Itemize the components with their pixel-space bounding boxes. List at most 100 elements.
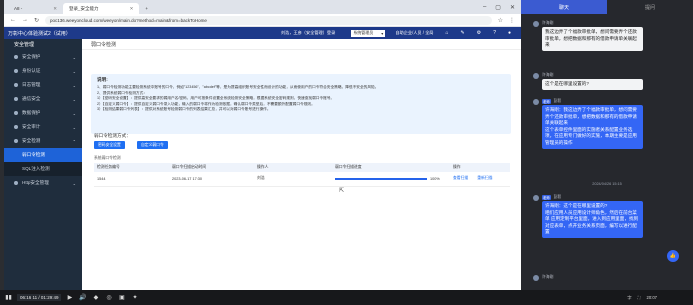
table-header-row: 检测任务编号 弱口令扫描启动时间 操作人 弱口令扫描进度 操作 [94,163,510,172]
message-text: 我这边弄了个福款审批单，想问需要弄个还款审批单，想把数据和那有的借款申请单关联起… [542,27,643,51]
chat-timestamp: 2024/04/26 15:15 [592,182,622,186]
sidebar-item-label: 日志管理 [22,82,41,87]
app-icon[interactable]: ▣ [117,294,126,301]
message-text: 这个是在哪里设置的? [542,79,643,90]
col-header: 操作 [450,163,510,172]
fullscreen-icon[interactable]: ⛶ [638,295,641,300]
app-icon[interactable]: ◆ [91,294,100,301]
sidebar-item-sql-injection[interactable]: SQL注入检测 [4,162,82,176]
col-header: 弱口令扫描启动时间 [169,163,254,172]
sidebar-item-label: 身份认证 [22,68,41,73]
chevron-up-icon: ⌃ [72,138,76,144]
notice-title: 说明: [97,77,108,82]
tab-question[interactable]: 提问 [607,0,693,14]
sidebar-item-label: 弱口令检测 [22,152,45,157]
assistant-text[interactable]: 自助企业/人员 / 全局 [395,30,433,36]
globe-icon [14,181,18,185]
browser-tab-active[interactable]: 登录_安全能力 ✕ [63,3,140,14]
chat-tabs: 聊天 提问 [521,0,693,14]
sidebar-item-identity-auth[interactable]: 身份认证 ⌄ [4,64,82,78]
sidebar-item-communication-security[interactable]: 通信安全 ⌄ [4,92,82,106]
scan-time: 2023-06-17 17:30 [169,172,254,187]
forward-icon[interactable]: → [22,17,28,23]
sidebar-item-security-audit[interactable]: 安全审计 ⌄ [4,120,82,134]
maximize-icon[interactable]: ▢ [495,4,501,11]
teacher-badge: 老师 [542,99,551,104]
address-bar: ← → ↻ poc136.weeyoncloud.com/weeyon/main… [4,14,521,27]
view-scan-link[interactable]: 查看扫描 [453,176,468,180]
browser-tab[interactable]: A8 - ✕ [8,3,63,14]
message-text: 许海刚：这个是在哪里设置的? 咱们应用人员应用设计师角色，然后在前台菜单 应用定… [542,201,643,238]
avatar [533,194,539,201]
chat-message: 许海刚 这个是在哪里设置的? [533,72,643,90]
sender-name: 彭毅 [553,195,562,199]
chevron-down-icon: ⌄ [72,68,76,74]
close-icon[interactable]: ✕ [130,6,134,12]
sidebar-item-http-security[interactable]: Http安全管理 ⌄ [4,176,82,190]
like-button[interactable]: 👍 [667,250,679,262]
sidebar-item-log-management[interactable]: 日志管理 ⌄ [4,78,82,92]
custom-weak-password-button[interactable]: 自定义弱口令 [137,141,168,149]
log-icon [14,83,18,87]
gear-icon[interactable]: ⚙ [477,30,481,36]
volume-icon[interactable]: 🔊 [78,294,87,301]
system-select[interactable]: 系统管理员 ▾ [351,29,386,37]
avatar[interactable]: ● [508,30,511,36]
actions-cell: 查看扫描 重新扫描 [450,172,510,187]
close-icon[interactable]: ✕ [53,6,57,12]
sidebar: 安全管理 安全保护 ⌄ 身份认证 ⌄ 日志管理 ⌄ 通信安全 ⌄ 数据保护 ⌄ 安全审计 ⌄… [4,39,82,290]
new-tab-button[interactable]: + [139,3,154,14]
chevron-down-icon: ⌄ [72,180,76,186]
mouse-cursor-icon: ⇱ [339,188,345,194]
close-window-icon[interactable]: ✕ [510,4,515,11]
avatar [533,72,539,79]
user-icon [14,69,18,73]
sidebar-item-data-protection[interactable]: 数据保护 ⌄ [4,106,82,120]
table-row: 1544 2023-06-17 17:30 刘浩 100% 查看扫描 重新扫描 [94,172,510,187]
sidebar-item-label: SQL注入检测 [22,166,50,171]
sender-name: 许海刚 [542,73,554,77]
start-icon[interactable]: ▮▮ [4,294,13,301]
notice-box: 说明: 1、弱口令检测功能主要检测系统中账号的口令，例如"123456"、"ab… [91,74,511,134]
caption-icon[interactable]: 字 [627,295,631,301]
page-title: 弱口令检测 [82,39,521,50]
chat-message: 许海刚 我这边弄了个福款审批单，想问需要弄个还款审批单，想把数据和那有的借款申请… [533,20,643,51]
sender-name: 彭毅 [553,99,562,103]
help-icon[interactable]: ? [493,30,496,36]
shield-icon [14,55,18,59]
scan-icon [14,139,18,143]
app-icon[interactable]: ✦ [130,294,139,301]
progress-cell: 100% [332,172,450,187]
tab-label: 登录_安全能力 [69,5,99,11]
sidebar-item-security-detection[interactable]: 安全检测 ⌃ [4,134,82,148]
rescan-link[interactable]: 重新扫描 [477,176,492,180]
sidebar-item-weak-password[interactable]: 弱口令检测 [4,148,82,162]
tab-chat[interactable]: 聊天 [521,0,607,14]
chat-panel: 聊天 提问 许海刚 我这边弄了个福款审批单，想问需要弄个还款审批单，想把数据和那… [521,0,693,290]
chat-message: 许海刚 [533,274,643,281]
chat-message: 老师 彭毅 许海刚：这个是在哪里设置的? 咱们应用人员应用设计师角色，然后在前台菜… [533,194,643,238]
password-setting-button[interactable]: 密码安全设置 [94,141,125,149]
back-icon[interactable]: ← [10,17,16,23]
menu-icon[interactable]: ⋮ [509,17,515,24]
operator: 刘浩 [254,172,332,187]
tab-label: A8 - [14,6,23,11]
progress-label: 100% [430,176,440,181]
sender-name: 许海刚 [542,21,554,25]
star-icon[interactable]: ☆ [498,17,503,24]
home-icon[interactable]: ⌂ [445,30,448,36]
sidebar-item-security-protection[interactable]: 安全保护 ⌄ [4,50,82,64]
progress-bar [335,177,427,180]
pin-icon[interactable]: ✎ [461,30,465,36]
chevron-down-icon: ⌄ [72,96,76,102]
notice-line: 3）【检测结果弱口令列表】：提供对系统账号检测弱口令的列表结果汇总，并可以对弱口… [97,107,271,112]
url-field[interactable]: poc136.weeyoncloud.com/weeyon/main.do?me… [45,15,492,25]
sidebar-item-label: 安全检测 [22,138,41,143]
app-icon[interactable]: ◎ [104,294,113,301]
window-controls: – ▢ ✕ [483,4,521,14]
table-caption: 系统弱口令检测 [94,156,121,160]
minimize-icon[interactable]: – [483,4,486,11]
reload-icon[interactable]: ↻ [34,17,39,24]
sidebar-item-label: Http安全管理 [22,180,49,185]
play-icon[interactable]: ▶ [65,294,74,301]
